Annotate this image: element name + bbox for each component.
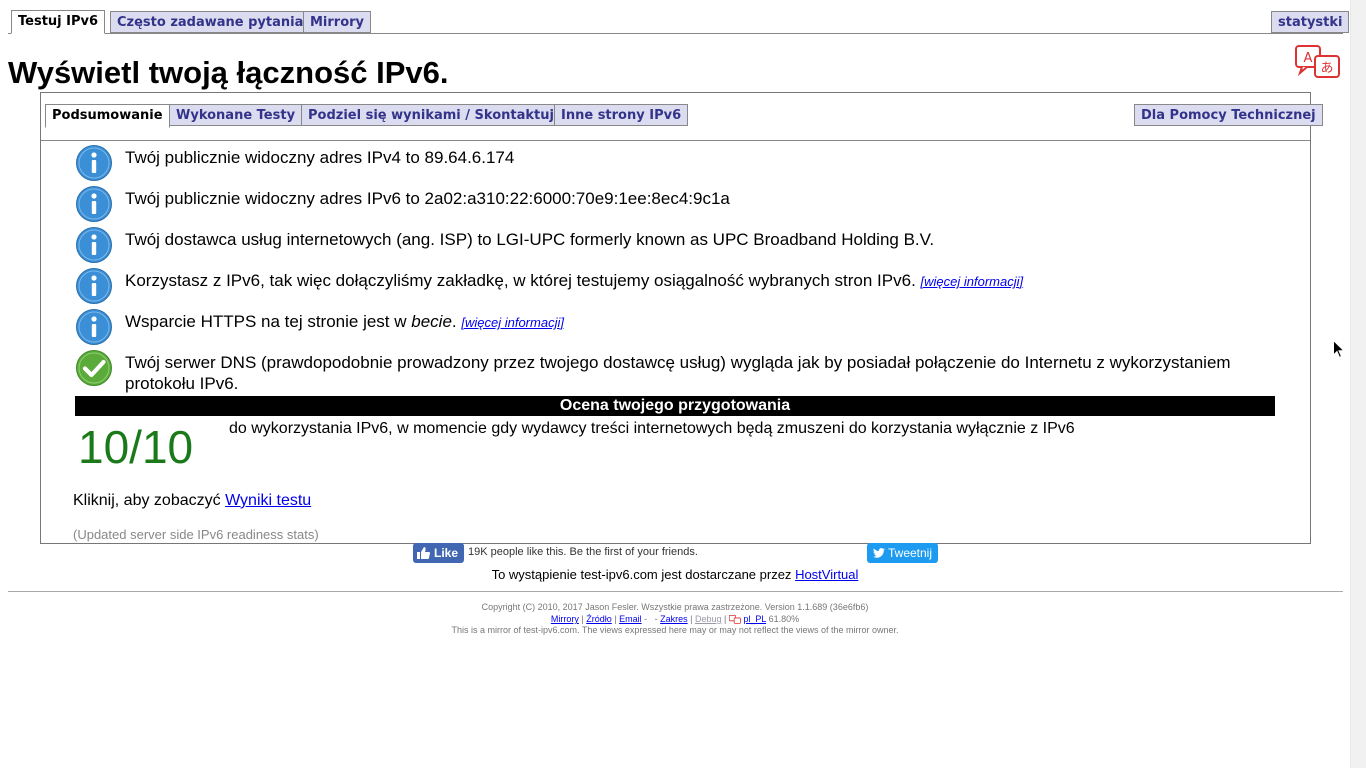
more-info-link[interactable]: [więcej informacji] [921, 274, 1024, 289]
footer-email-link[interactable]: Email [619, 614, 642, 624]
footer-mirrors-link[interactable]: Mirrory [551, 614, 579, 624]
thumbs-up-icon [417, 547, 430, 559]
footer-source-link[interactable]: Źródło [586, 614, 612, 624]
tab-summary[interactable]: Podsumowanie [45, 104, 170, 128]
facebook-like-button[interactable]: Like [413, 543, 464, 563]
result-text-body: Korzystasz z IPv6, tak więc dołączyliśmy… [125, 271, 916, 290]
info-icon [76, 227, 112, 263]
vertical-scrollbar[interactable] [1350, 0, 1366, 768]
result-text: Twój serwer DNS (prawdopodobnie prowadzo… [125, 353, 1231, 393]
tab-share-contact[interactable]: Podziel się wynikami / Skontaktuj [301, 104, 561, 126]
footer-dash: - [644, 614, 648, 624]
tab-tests-performed[interactable]: Wykonane Testy [169, 104, 303, 126]
locale-percent: 61.80% [768, 614, 800, 624]
top-tab-bar: Testuj IPv6 Często zadawane pytania Mirr… [8, 0, 1350, 34]
more-info-link[interactable]: [więcej informacji] [461, 315, 564, 330]
copyright: Copyright (C) 2010, 2017 Jason Fesler. W… [481, 602, 869, 612]
tab-other-ipv6-sites[interactable]: Inne strony IPv6 [554, 104, 689, 126]
result-text-body: Wsparcie HTTPS na tej stronie jest w [125, 312, 412, 331]
inner-tab-bar: Podsumowanie Wykonane Testy Podziel się … [41, 93, 1323, 141]
hosting-prefix: To wystąpienie test-ipv6.com jest dostar… [491, 567, 792, 582]
tab-faq[interactable]: Często zadawane pytania [110, 11, 311, 33]
footer-divider [8, 591, 1343, 592]
tab-mirrors[interactable]: Mirrory [303, 11, 372, 33]
result-text: Twój dostawca usług internetowych (ang. … [125, 230, 935, 249]
tab-stats[interactable]: statystki [1271, 11, 1350, 33]
result-text: Korzystasz z IPv6, tak więc dołączyliśmy… [125, 270, 1285, 292]
footer-links: Mirrory | Źródło | Email - - Zakres | De… [550, 614, 800, 624]
result-text-emphasis: becie [411, 312, 452, 331]
like-label: Like [434, 546, 459, 560]
results-link-prefix: Kliknij, aby zobaczyć [73, 492, 221, 509]
info-icon [76, 186, 112, 222]
info-icon [76, 268, 112, 304]
readiness-description: do wykorzystania IPv6, w momencie gdy wy… [229, 420, 1075, 437]
check-icon [76, 350, 112, 386]
hostvirtual-link[interactable]: HostVirtual [795, 567, 858, 582]
facebook-like-count: 19K people like this. Be the first of yo… [468, 546, 698, 558]
footer-scope-link[interactable]: Zakres [660, 614, 688, 624]
svg-text:A: A [1304, 51, 1313, 66]
tweet-button[interactable]: Tweetnij [867, 543, 938, 563]
svg-text:あ: あ [1320, 61, 1333, 76]
mirror-note: This is a mirror of test-ipv6.com. The v… [451, 625, 899, 635]
translate-icon[interactable]: A あ [1295, 45, 1341, 79]
footer-debug-link[interactable]: Debug [695, 614, 722, 624]
results-panel: Podsumowanie Wykonane Testy Podziel się … [40, 92, 1323, 544]
footer-locale-link[interactable]: pl_PL [743, 614, 766, 624]
result-text: Twój publicznie widoczny adres IPv4 to 8… [125, 148, 515, 167]
mouse-cursor-icon [1333, 340, 1345, 359]
tab-test-ipv6[interactable]: Testuj IPv6 [11, 10, 106, 34]
hosting-line: To wystąpienie test-ipv6.com jest dostar… [0, 567, 1350, 582]
twitter-bird-icon [872, 548, 885, 558]
page-title: Wyświetl twoją łączność IPv6. [8, 55, 449, 90]
info-icon [76, 145, 112, 181]
result-text: Twój publicznie widoczny adres IPv6 to 2… [125, 189, 730, 208]
info-icon [76, 309, 112, 345]
test-results-link[interactable]: Wyniki testu [225, 492, 311, 509]
results-link-line: Kliknij, aby zobaczyć Wyniki testu [73, 492, 311, 510]
readiness-header: Ocena twojego przygotowania [75, 396, 1275, 416]
updated-stats-note: (Updated server side IPv6 readiness stat… [73, 527, 319, 542]
tweet-label: Tweetnij [887, 546, 933, 560]
tab-helpdesk[interactable]: Dla Pomocy Technicznej [1134, 104, 1323, 126]
locale-translate-icon [728, 615, 741, 624]
readiness-score: 10/10 [78, 421, 194, 473]
result-text-suffix: . [451, 312, 457, 331]
result-text: Wsparcie HTTPS na tej stronie jest w bec… [125, 311, 1285, 333]
